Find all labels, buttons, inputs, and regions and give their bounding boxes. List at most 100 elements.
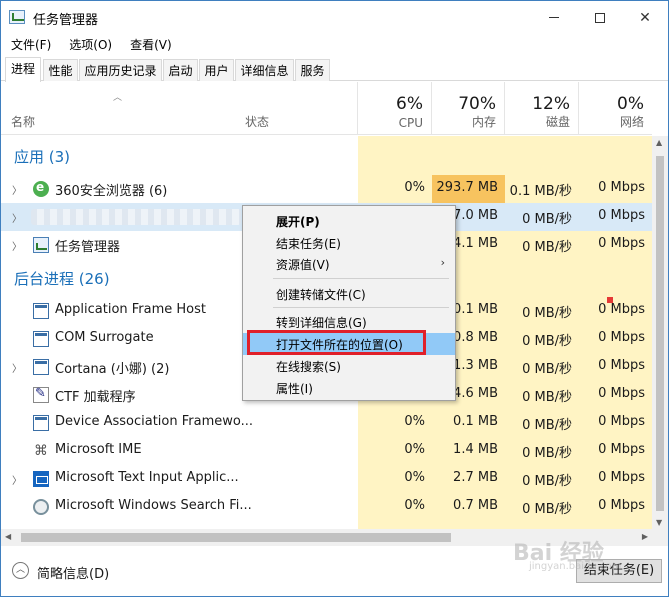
fewer-details-link[interactable]: 简略信息(D) [37, 563, 109, 582]
sort-ascending-icon: ︿ [113, 93, 123, 103]
process-name: Application Frame Host [55, 302, 207, 317]
memory-value: 0.1 MB [453, 414, 498, 429]
column-header-network[interactable]: 0% 网络 [579, 82, 652, 135]
network-value: 0 Mbps [598, 442, 645, 457]
memory-column-label: 内存 [471, 115, 496, 129]
table-row[interactable]: ⌘ Microsoft IME 0% 1.4 MB 0 MB/秒 0 Mbps [1, 437, 652, 465]
cpu-value: 0% [404, 498, 425, 513]
network-value: 0 Mbps [598, 208, 645, 223]
cpu-value: 0% [404, 442, 425, 457]
task-manager-icon [33, 237, 49, 253]
network-value: 0 Mbps [598, 302, 645, 317]
submenu-arrow-icon: › [440, 256, 445, 269]
process-name: Microsoft Text Input Applic... [55, 470, 239, 485]
context-item-label: 创建转储文件(C) [276, 288, 366, 302]
context-item-label: 转到详细信息(G) [276, 316, 367, 330]
scroll-left-icon[interactable]: ◀ [5, 532, 11, 541]
column-name-label: 名称 [11, 115, 36, 129]
disk-value: 0 MB/秒 [522, 474, 572, 489]
network-value: 0 Mbps [598, 358, 645, 373]
vertical-scroll-thumb[interactable] [656, 156, 664, 511]
process-name: Microsoft IME [55, 442, 142, 457]
table-row[interactable]: Microsoft Windows Search Fi... 0% 0.7 MB… [1, 493, 652, 521]
context-item-search-online[interactable]: 在线搜索(S) [243, 355, 455, 377]
network-value: 0 Mbps [598, 180, 645, 195]
ime-icon: ⌘ [34, 443, 48, 459]
browser-360-icon [33, 180, 49, 197]
close-button[interactable]: ✕ [622, 1, 668, 34]
expand-chevron-icon[interactable]: 〉 [12, 238, 22, 253]
vertical-scrollbar[interactable]: ▲ ▼ [652, 136, 668, 529]
tab-processes[interactable]: 进程 [5, 57, 41, 82]
collapse-up-icon[interactable]: ︿ [12, 562, 29, 579]
highlight-annotation-box [247, 330, 426, 355]
table-row[interactable]: 〉 360安全浏览器 (6) 0% 293.7 MB 0.1 MB/秒 0 Mb… [1, 175, 652, 203]
process-name: 360安全浏览器 (6) [55, 184, 168, 199]
group-title-background: 后台进程 (26) [14, 270, 110, 288]
disk-value: 0 MB/秒 [522, 390, 572, 405]
context-separator [273, 278, 449, 279]
maximize-icon [595, 12, 605, 23]
app-frame-icon [33, 303, 49, 319]
context-item-end-task[interactable]: 结束任务(E) [243, 232, 455, 254]
network-value: 0 Mbps [598, 236, 645, 251]
com-surrogate-icon [33, 331, 49, 347]
tab-strip: 进程 性能 应用历史记录 启动 用户 详细信息 服务 [1, 57, 668, 82]
horizontal-scroll-thumb[interactable] [21, 533, 451, 542]
menu-options[interactable]: 选项(O) [59, 34, 120, 54]
context-item-label: 结束任务(E) [276, 237, 341, 251]
scroll-down-icon[interactable]: ▼ [656, 518, 662, 527]
process-name: Microsoft Windows Search Fi... [55, 498, 252, 513]
tab-details[interactable]: 详细信息 [235, 59, 294, 81]
tab-services[interactable]: 服务 [295, 59, 330, 81]
column-header-name[interactable]: ︿ 名称 [1, 82, 238, 135]
window-title: 任务管理器 [33, 13, 99, 28]
minimize-icon [549, 17, 559, 18]
context-item-label: 属性(I) [276, 382, 313, 396]
context-separator [273, 307, 449, 308]
task-manager-app-icon [9, 10, 25, 24]
process-name: Device Association Framewo... [55, 414, 254, 429]
disk-value: 0 MB/秒 [522, 334, 572, 349]
annotation-dot [607, 297, 613, 303]
column-header-disk[interactable]: 12% 磁盘 [505, 82, 579, 135]
process-name: CTF 加载程序 [55, 390, 136, 405]
network-value: 0 Mbps [598, 386, 645, 401]
expand-chevron-icon[interactable]: 〉 [12, 472, 22, 487]
process-name: COM Surrogate [55, 330, 154, 345]
column-header-status[interactable]: 状态 [238, 82, 358, 135]
column-header-cpu[interactable]: 6% CPU [358, 82, 432, 135]
context-item-properties[interactable]: 属性(I) [243, 377, 455, 399]
tab-users[interactable]: 用户 [199, 59, 234, 81]
context-item-label: 展开(P) [276, 215, 320, 229]
scroll-up-icon[interactable]: ▲ [656, 138, 662, 147]
tab-performance[interactable]: 性能 [43, 59, 78, 81]
close-icon: ✕ [639, 9, 651, 26]
watermark-url: jingyan.baidu.com [529, 561, 622, 572]
minimize-button[interactable] [531, 1, 577, 34]
tab-startup[interactable]: 启动 [163, 59, 198, 81]
expand-chevron-icon[interactable]: 〉 [12, 360, 22, 375]
disk-value: 0 MB/秒 [522, 240, 572, 255]
context-item-expand[interactable]: 展开(P) [243, 210, 455, 232]
network-value: 0 Mbps [598, 414, 645, 429]
table-row[interactable]: 〉 Microsoft Text Input Applic... 0% 2.7 … [1, 465, 652, 493]
memory-value: 0.7 MB [453, 498, 498, 513]
expand-chevron-icon[interactable]: 〉 [12, 210, 22, 225]
menu-file[interactable]: 文件(F) [1, 34, 59, 54]
cpu-value: 0% [404, 414, 425, 429]
context-item-label: 资源值(V) [276, 258, 330, 272]
device-association-icon [33, 415, 49, 431]
column-header-memory[interactable]: 70% 内存 [432, 82, 505, 135]
maximize-button[interactable] [577, 1, 623, 34]
menu-view[interactable]: 查看(V) [120, 34, 180, 54]
context-item-resource-values[interactable]: 资源值(V) › [243, 253, 455, 275]
table-row[interactable]: Device Association Framewo... 0% 0.1 MB … [1, 409, 652, 437]
title-bar[interactable]: 任务管理器 ✕ [1, 1, 668, 34]
disk-value: 0.1 MB/秒 [509, 184, 572, 199]
expand-chevron-icon[interactable]: 〉 [12, 182, 22, 197]
network-total-percent: 0% [617, 94, 644, 114]
network-column-label: 网络 [619, 115, 644, 129]
tab-app-history[interactable]: 应用历史记录 [79, 59, 162, 81]
context-item-create-dump[interactable]: 创建转储文件(C) [243, 283, 455, 305]
